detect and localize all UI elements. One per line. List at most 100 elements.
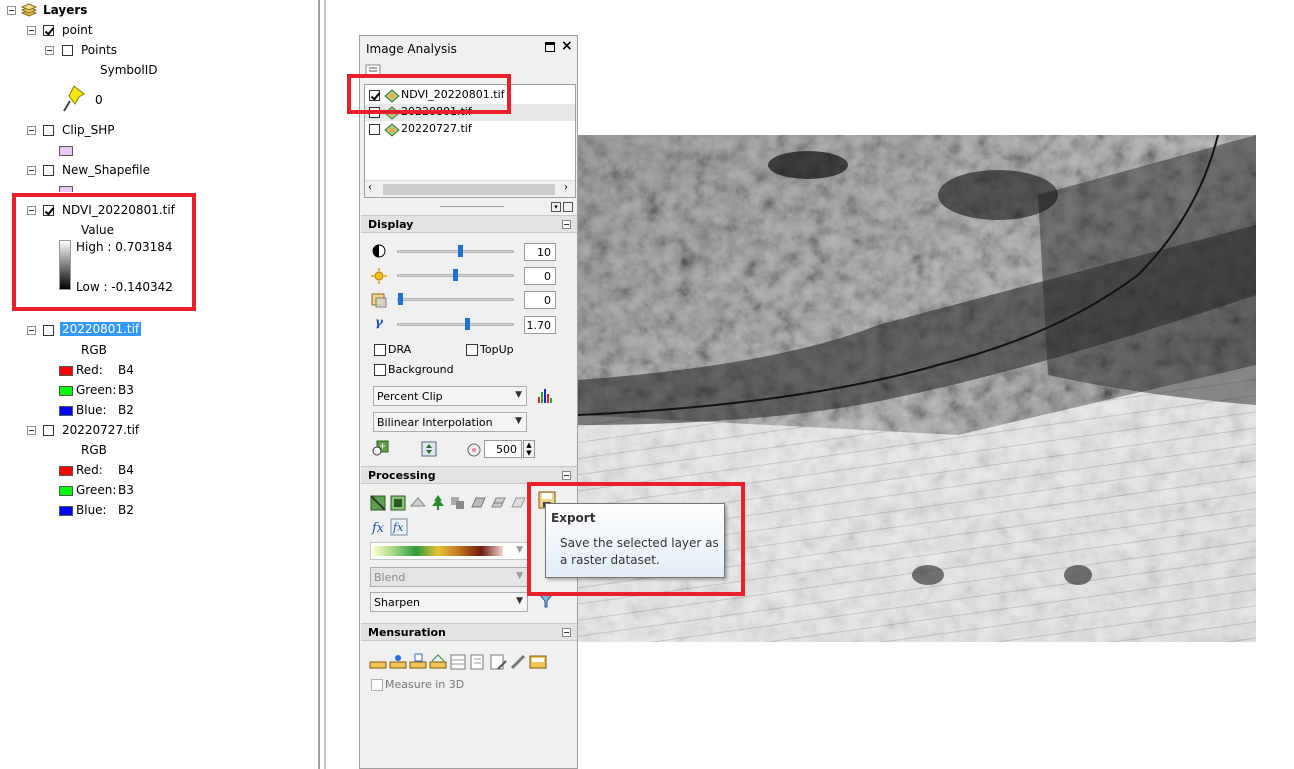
collapse-layers-toggle[interactable] [7,6,16,15]
measure-results-icon[interactable] [469,653,487,671]
image-analysis-titlebar[interactable]: Image Analysis × [360,36,577,60]
colormap-dropdown[interactable]: ▼ [370,542,528,560]
collapse-points-toggle[interactable] [45,46,54,55]
pane-toggle-icon[interactable] [563,202,573,212]
ndvi-tool-icon[interactable] [429,494,447,512]
layer-20220727-checkbox[interactable] [43,425,54,436]
layers-icon [21,3,37,17]
colormap-arrow-icon: ▼ [516,545,523,555]
dra-checkbox[interactable] [374,344,386,356]
hillshade-tool-icon[interactable] [409,494,427,512]
sublayer-points-checkbox[interactable] [62,45,73,56]
brightness-slider-thumb[interactable] [453,269,458,281]
contrast-slider[interactable] [397,250,514,253]
measure-shadow-icon[interactable] [429,653,447,671]
new-shapefile-symbol[interactable] [59,186,73,192]
measure-distance-icon[interactable] [369,653,387,671]
measure-calculator-icon[interactable] [529,653,547,671]
green-band-swatch-2[interactable] [59,486,73,496]
layer-clip-shp-checkbox[interactable] [43,125,54,136]
blue-band-swatch-2[interactable] [59,506,73,516]
clip-shp-symbol[interactable] [59,146,73,156]
expand-all-icon[interactable]: ▾ [551,202,561,212]
layer-point-label[interactable]: point [62,23,93,37]
red-band-label: Red: [76,363,103,377]
layer-clip-shp-label[interactable]: Clip_SHP [62,123,115,137]
toc-splitter[interactable] [318,0,320,769]
blend-dropdown[interactable]: Blend ▼ [370,567,528,587]
layer-point-checkbox[interactable] [43,25,54,36]
red-band-swatch-2[interactable] [59,466,73,476]
gamma-input[interactable]: 1.70 [524,316,556,334]
splitter-grip[interactable] [440,206,504,207]
blue-band-label-2: Blue: [76,503,107,517]
layer-new-shapefile-checkbox[interactable] [43,165,54,176]
stretch-dropdown[interactable]: Percent Clip ▼ [373,386,527,406]
measure-3d-checkbox[interactable] [371,679,383,691]
transparency-slider[interactable] [397,298,514,301]
blend-value: Blend [374,571,406,584]
layer-new-shapefile-label[interactable]: New_Shapefile [62,163,150,177]
collapse-point-toggle[interactable] [27,26,36,35]
collapse-20220727-toggle[interactable] [27,426,36,435]
transparency-slider-thumb[interactable] [398,293,403,305]
scroll-left-icon[interactable]: ‹ [368,182,372,193]
contrast-input[interactable]: 10 [524,243,556,261]
red-band-label-2: Red: [76,463,103,477]
sharpen-dropdown[interactable]: Sharpen ▼ [370,592,528,612]
ia-layer-20220727-checkbox[interactable] [369,124,380,135]
mask-tool-icon[interactable] [389,494,407,512]
ia-layer-20220727-label[interactable]: 20220727.tif [401,122,472,135]
collapse-processing-icon[interactable] [562,471,571,480]
scroll-thumb[interactable] [383,184,555,195]
green-band-value-2: B3 [118,483,134,497]
function-tool-icon[interactable]: fx [370,518,388,536]
zoom-value-input[interactable]: 500 [484,440,522,458]
toc-splitter-edge [324,0,326,769]
measure-settings-icon[interactable] [509,653,527,671]
display-header-label: Display [368,218,414,231]
ia-ndvi-highlight-box [347,74,511,114]
layer-20220727-label[interactable]: 20220727.tif [62,423,139,437]
zoom-spinner[interactable]: ▲ ▼ [523,440,535,458]
gamma-slider[interactable] [397,323,514,326]
difference-tool-icon[interactable] [509,494,527,512]
mosaic-tool-icon[interactable] [489,494,507,512]
collapse-mensuration-icon[interactable] [562,628,571,637]
histogram-icon[interactable] [536,387,554,404]
resampling-dropdown[interactable]: Bilinear Interpolation ▼ [373,412,527,432]
swipe-icon[interactable] [421,441,437,457]
brightness-input[interactable]: 0 [524,267,556,285]
layer-list-scrollbar[interactable]: ‹ › [365,180,575,197]
orthorectify-tool-icon[interactable] [449,494,467,512]
function-template-icon[interactable]: fx [390,518,408,536]
maximize-icon[interactable] [545,42,555,52]
mensuration-section-header[interactable]: Mensuration [361,623,577,641]
clip-tool-icon[interactable] [369,494,387,512]
measure-table-icon[interactable] [449,653,467,671]
layer-20220801-checkbox[interactable] [43,325,54,336]
red-band-swatch[interactable] [59,366,73,376]
close-icon[interactable]: × [561,38,573,54]
collapse-clip-shp-toggle[interactable] [27,126,36,135]
transparency-input[interactable]: 0 [524,291,556,309]
topup-checkbox[interactable] [466,344,478,356]
scroll-right-icon[interactable]: › [564,182,568,193]
green-band-swatch[interactable] [59,386,73,396]
collapse-display-icon[interactable] [562,220,571,229]
display-section-header[interactable]: Display [361,215,577,233]
collapse-new-shapefile-toggle[interactable] [27,166,36,175]
zoom-to-raster-resolution-icon[interactable] [372,440,389,457]
measure-height-icon[interactable] [409,653,427,671]
layer-20220801-label[interactable]: 20220801.tif [60,322,142,336]
contrast-slider-thumb[interactable] [458,245,463,257]
collapse-20220801-toggle[interactable] [27,326,36,335]
measure-point-icon[interactable] [389,653,407,671]
shaded-relief-tool-icon[interactable] [469,494,487,512]
measure-edit-icon[interactable] [489,653,507,671]
background-checkbox[interactable] [374,364,386,376]
sublayer-points-label[interactable]: Points [81,43,117,57]
blue-band-swatch[interactable] [59,406,73,416]
gamma-slider-thumb[interactable] [465,318,470,330]
table-of-contents: Layers point Points SymbolID 0 Clip_SHP … [0,0,318,769]
